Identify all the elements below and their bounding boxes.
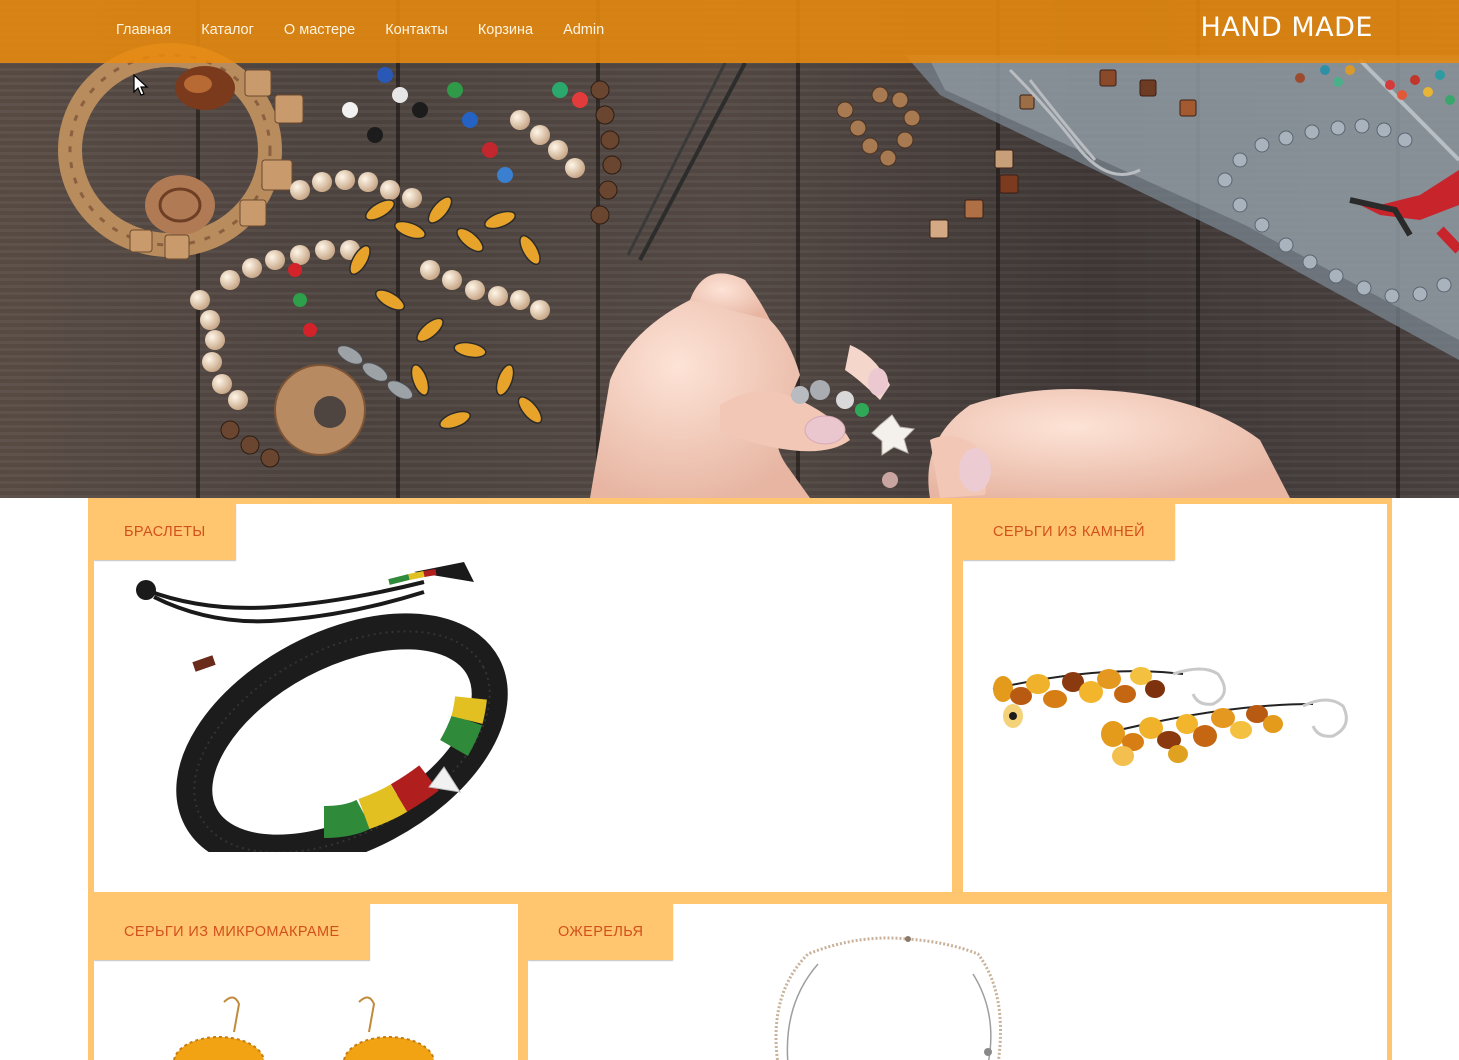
nav-item-contacts[interactable]: Контакты xyxy=(370,0,463,63)
category-tag-micromacrame-earrings[interactable]: СЕРЬГИ ИЗ МИКРОМАКРАМЕ xyxy=(94,904,370,960)
category-card-stone-earrings[interactable]: СЕРЬГИ ИЗ КАМНЕЙ xyxy=(963,504,1387,892)
mouse-cursor-icon xyxy=(133,74,149,96)
site-logo[interactable]: HAND MADE xyxy=(1201,12,1373,43)
category-tag-necklaces[interactable]: ОЖЕРЕЛЬЯ xyxy=(528,904,674,960)
nav-item-about[interactable]: О мастере xyxy=(269,0,370,63)
amber-earrings-image xyxy=(992,667,1348,766)
hero-crafting-illustration xyxy=(58,43,1459,498)
nav-item-admin[interactable]: Admin xyxy=(548,0,619,63)
main-menu: Главная Каталог О мастере Контакты Корзи… xyxy=(101,0,619,63)
catalog-grid: БРАСЛЕТЫ СЕРЬГИ ИЗ КАМНЕЙ СЕРЬГИ ИЗ МИКР… xyxy=(88,498,1392,1060)
nav-item-cart[interactable]: Корзина xyxy=(463,0,548,63)
necklace-image xyxy=(774,936,1002,1060)
macrame-earrings-image xyxy=(173,996,434,1060)
category-tag-stone-earrings[interactable]: СЕРЬГИ ИЗ КАМНЕЙ xyxy=(963,504,1176,560)
bracelet-image xyxy=(136,562,508,852)
category-card-necklaces[interactable]: ОЖЕРЕЛЬЯ xyxy=(528,904,1387,1060)
category-card-micromacrame-earrings[interactable]: СЕРЬГИ ИЗ МИКРОМАКРАМЕ xyxy=(94,904,518,1060)
page: Главная Каталог О мастере Контакты Корзи… xyxy=(0,0,1459,1060)
nav-item-catalog[interactable]: Каталог xyxy=(186,0,269,63)
top-navbar: Главная Каталог О мастере Контакты Корзи… xyxy=(0,0,1459,63)
category-card-bracelets[interactable]: БРАСЛЕТЫ xyxy=(94,504,952,892)
hero-banner xyxy=(0,0,1459,498)
nav-item-home[interactable]: Главная xyxy=(101,0,186,63)
